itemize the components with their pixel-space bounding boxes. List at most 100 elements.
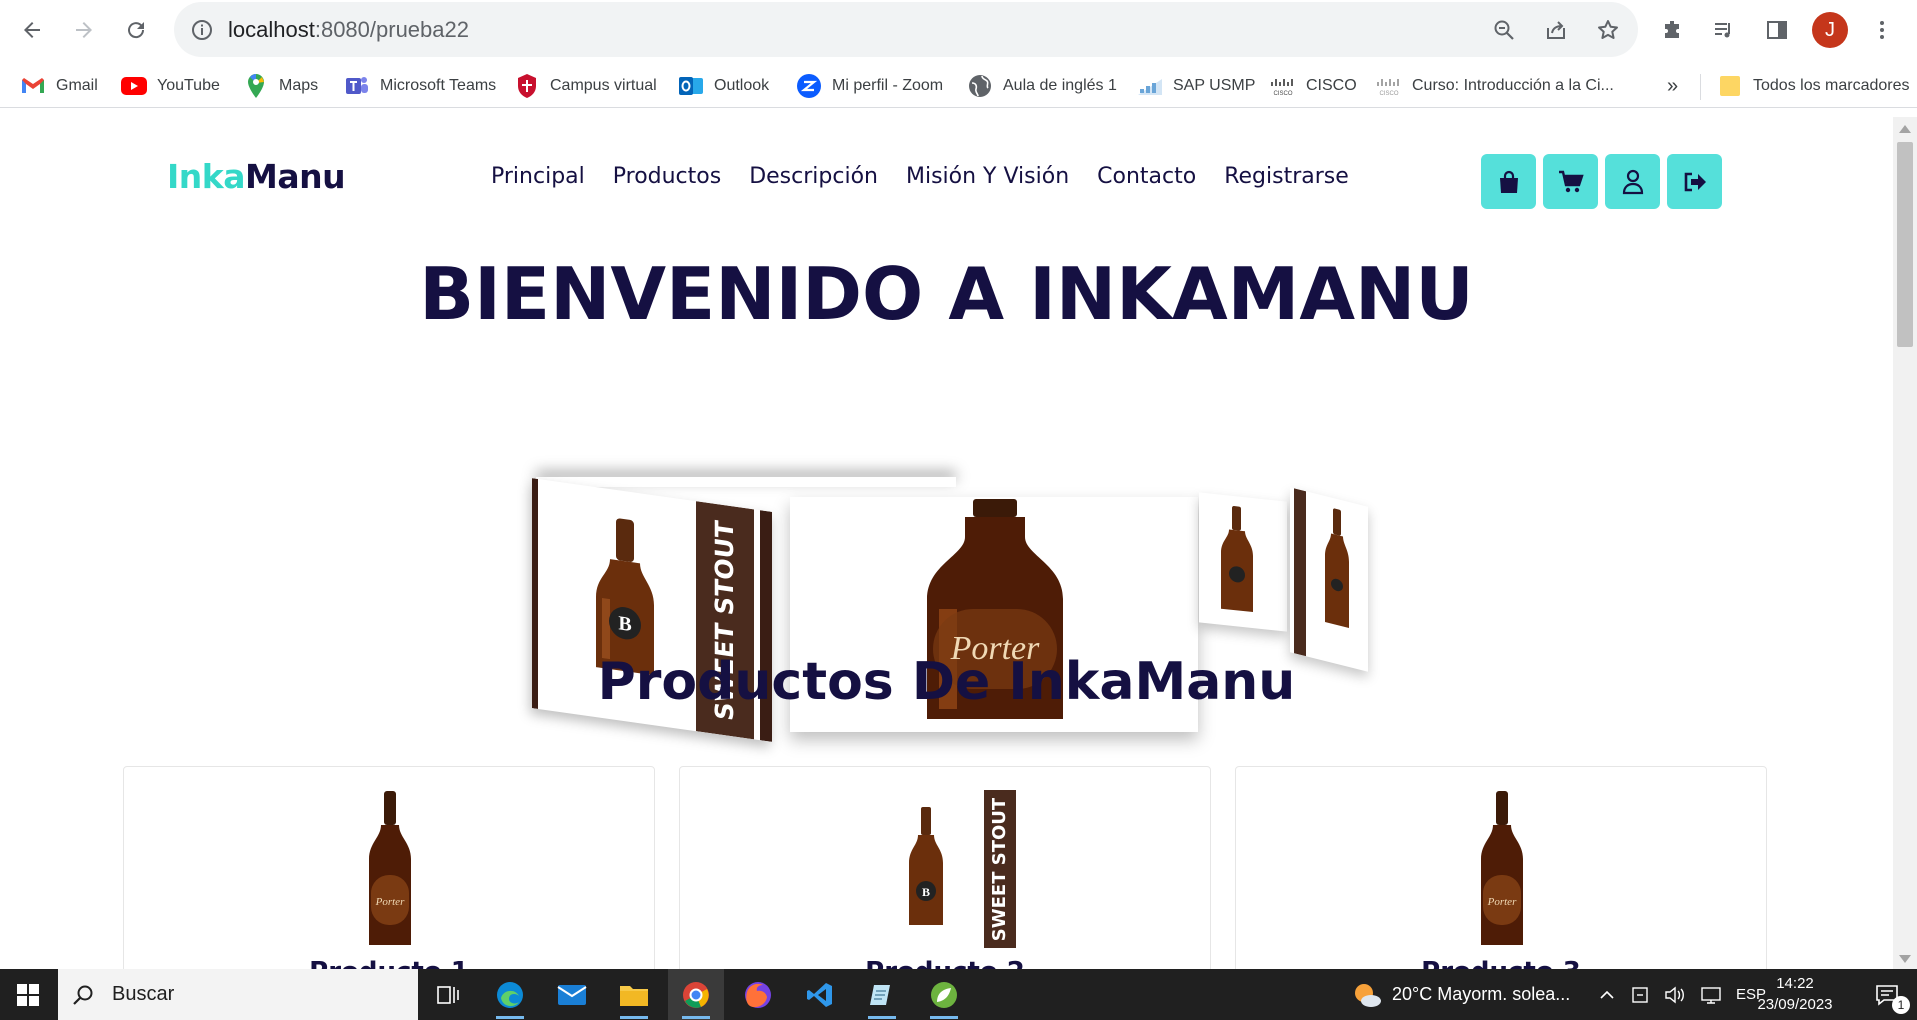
profile-avatar[interactable]: J	[1812, 12, 1848, 48]
user-button[interactable]	[1605, 154, 1660, 209]
campus-icon	[514, 73, 540, 99]
nav-contacto[interactable]: Contacto	[1097, 164, 1196, 189]
bookmarks-overflow-button[interactable]: »	[1667, 72, 1678, 100]
gmail-icon	[20, 73, 46, 99]
nav-registrarse[interactable]: Registrarse	[1224, 164, 1349, 189]
media-control-button[interactable]	[1705, 11, 1743, 49]
carousel-slide-right-1[interactable]	[1199, 492, 1287, 632]
bookmark-maps[interactable]: Maps	[243, 72, 318, 100]
extensions-button[interactable]	[1654, 11, 1692, 49]
bookmark-outlook[interactable]: Outlook	[678, 72, 769, 100]
network-icon[interactable]	[1700, 985, 1722, 1005]
side-panel-button[interactable]	[1758, 11, 1796, 49]
playlist-icon	[1715, 23, 1730, 38]
nav-descripcion[interactable]: Descripción	[749, 164, 878, 189]
taskbar-file-explorer[interactable]	[606, 969, 662, 1020]
svg-text:B: B	[618, 612, 631, 636]
taskbar-notepad[interactable]	[854, 969, 910, 1020]
vscode-icon	[807, 982, 832, 1007]
scroll-down-arrow[interactable]	[1899, 955, 1911, 963]
svg-text:Porter: Porter	[1487, 896, 1517, 908]
svg-text:CISCO: CISCO	[1379, 91, 1398, 96]
carousel-slide-back[interactable]	[536, 477, 956, 487]
browser-toolbar: localhost:8080/prueba22 J	[0, 0, 1917, 60]
main-nav: Principal Productos Descripción Misión Y…	[491, 164, 1349, 189]
reload-icon	[128, 22, 145, 39]
product-name[interactable]: Producto 1	[124, 957, 654, 969]
bookmark-cisco[interactable]: CISCO CISCO	[1270, 72, 1357, 100]
product-name[interactable]: Producto 3	[1236, 957, 1766, 969]
nav-productos[interactable]: Productos	[613, 164, 721, 189]
notification-badge: 1	[1892, 996, 1910, 1014]
product-stout-banner: SWEET STOUT	[984, 790, 1016, 948]
taskbar-firefox[interactable]	[730, 969, 786, 1020]
sign-out-icon	[1684, 172, 1706, 191]
all-bookmarks-folder[interactable]: Todos los marcadores	[1717, 72, 1910, 100]
url-text[interactable]: localhost:8080/prueba22	[228, 17, 469, 43]
notification-center-button[interactable]: 1	[1860, 969, 1916, 1020]
bookmark-teams[interactable]: Microsoft Teams	[344, 72, 496, 100]
chevron-up-icon[interactable]	[1598, 986, 1616, 1004]
puzzle-icon	[1665, 21, 1679, 38]
taskbar-edge[interactable]	[482, 969, 538, 1020]
nav-mision-vision[interactable]: Misión Y Visión	[906, 164, 1069, 189]
scroll-thumb[interactable]	[1897, 142, 1913, 347]
partly-sunny-icon	[1355, 983, 1381, 1007]
bookmark-aula-ingles[interactable]: Aula de inglés 1	[967, 72, 1117, 100]
back-button[interactable]	[13, 11, 51, 49]
nav-principal[interactable]: Principal	[491, 164, 585, 189]
site-logo[interactable]: InkaManu	[167, 157, 346, 196]
notepad-icon	[870, 984, 890, 1005]
task-view-button[interactable]	[420, 969, 476, 1020]
share-icon[interactable]	[1542, 16, 1570, 44]
cart-button[interactable]	[1543, 154, 1598, 209]
bookmark-youtube[interactable]: YouTube	[121, 72, 220, 100]
taskbar-spring-tool[interactable]	[916, 969, 972, 1020]
carousel-slide-right-2[interactable]	[1290, 487, 1368, 672]
side-panel-icon	[1767, 21, 1787, 39]
system-tray: ESP	[1598, 969, 1766, 1020]
page-scrollbar[interactable]	[1893, 117, 1917, 969]
product-card[interactable]: B SWEET STOUT Producto 2	[679, 766, 1211, 969]
taskbar-mail[interactable]	[544, 969, 600, 1020]
product-image-stout: B	[909, 807, 943, 925]
cisco-icon: CISCO	[1270, 73, 1296, 99]
kebab-menu-icon	[1880, 21, 1884, 39]
youtube-icon	[121, 73, 147, 99]
zoom-icon[interactable]	[1490, 16, 1518, 44]
sap-icon	[1137, 73, 1163, 99]
outlook-icon	[678, 73, 704, 99]
bookmark-campus-virtual[interactable]: Campus virtual	[514, 72, 657, 100]
running-indicator	[930, 1016, 958, 1019]
volume-icon[interactable]	[1664, 985, 1686, 1005]
site-info-icon[interactable]	[188, 16, 216, 44]
bookmark-zoom[interactable]: Mi perfil - Zoom	[796, 72, 943, 100]
logout-button[interactable]	[1667, 154, 1722, 209]
weather-widget[interactable]: 20°C Mayorm. solea...	[1352, 969, 1570, 1020]
product-card[interactable]: Porter Producto 3	[1235, 766, 1767, 969]
meet-now-icon[interactable]	[1630, 985, 1650, 1005]
product-name[interactable]: Producto 2	[680, 957, 1210, 969]
windows-taskbar: Buscar 20°C Mayorm. solea... ESP 14:22 2…	[0, 969, 1917, 1020]
taskbar-chrome[interactable]	[668, 969, 724, 1020]
browser-menu-button[interactable]	[1863, 11, 1901, 49]
folder-icon	[620, 985, 648, 1006]
address-bar[interactable]: localhost:8080/prueba22	[174, 2, 1638, 57]
shopping-bag-button[interactable]	[1481, 154, 1536, 209]
scroll-up-arrow[interactable]	[1899, 125, 1911, 133]
search-icon	[73, 985, 93, 1005]
product-card[interactable]: Porter Producto 1	[123, 766, 655, 969]
bookmark-gmail[interactable]: Gmail	[20, 72, 98, 100]
forward-button[interactable]	[65, 11, 103, 49]
bookmark-sap-usmp[interactable]: SAP USMP	[1137, 72, 1255, 100]
bookmark-curso-intro[interactable]: CISCO Curso: Introducción a la Ci...	[1376, 72, 1614, 100]
product-carousel[interactable]: B SWEET STOUT Porter	[528, 357, 1368, 742]
page-viewport: InkaManu Principal Productos Descripción…	[0, 117, 1893, 969]
start-button[interactable]	[0, 969, 56, 1020]
bookmark-star-icon[interactable]	[1594, 16, 1622, 44]
system-clock[interactable]: 14:22 23/09/2023	[1750, 973, 1840, 1015]
reload-button[interactable]	[117, 11, 155, 49]
taskbar-search[interactable]: Buscar	[58, 969, 418, 1020]
user-icon	[1622, 169, 1643, 194]
taskbar-vscode[interactable]	[792, 969, 848, 1020]
